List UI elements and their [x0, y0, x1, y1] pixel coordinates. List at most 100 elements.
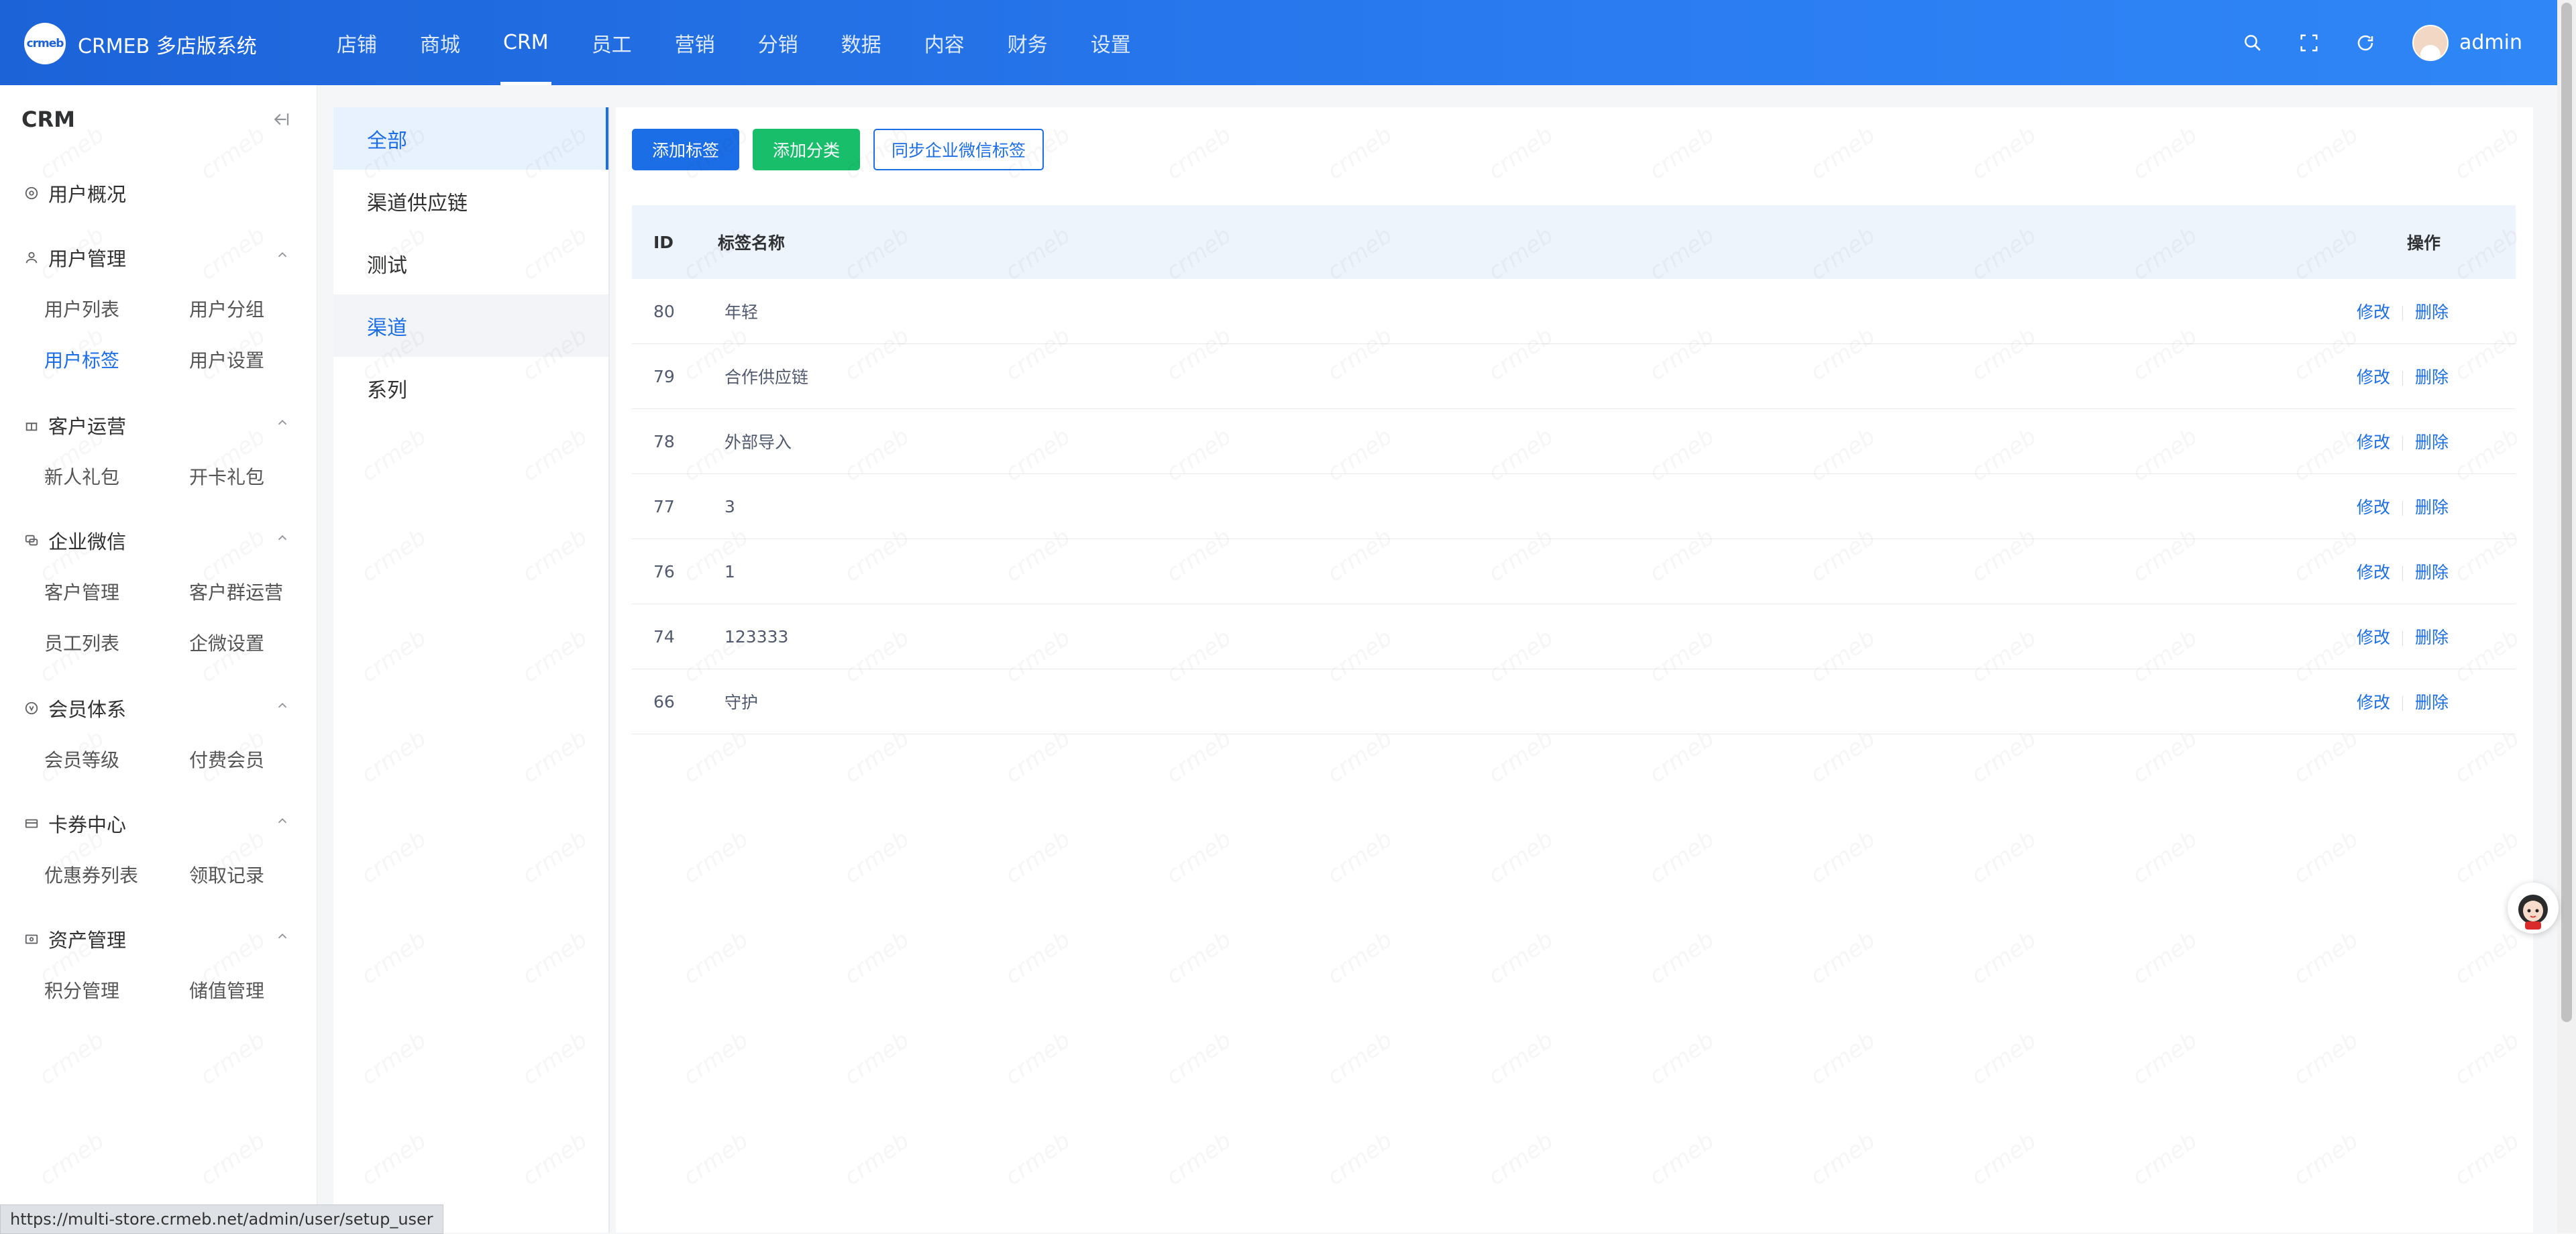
collapse-sidebar-icon[interactable] [271, 109, 291, 132]
delete-link[interactable]: 删除 [2415, 563, 2449, 582]
sidebar-group-label: 用户管理 [48, 247, 127, 270]
cell-id: 79 [653, 366, 675, 386]
divider [2402, 696, 2403, 711]
sidebar-item-user-tags[interactable]: 用户标签 [44, 346, 119, 373]
sidebar-item-user-group[interactable]: 用户分组 [189, 295, 264, 322]
sidebar-group-wecom[interactable]: 企业微信 [23, 526, 126, 555]
cell-tag-name: 外部导入 [724, 433, 792, 452]
sidebar: CRM 用户概况 用户管理 用户列表 用户分组 用户标签 用户设置 客户运营 新… [0, 85, 317, 1233]
nav-item-marketing[interactable]: 营销 [653, 0, 737, 85]
category-item-test[interactable]: 测试 [333, 232, 608, 294]
sidebar-group-customer-operation[interactable]: 客户运营 [23, 411, 126, 439]
edit-link[interactable]: 修改 [2357, 693, 2390, 712]
table-row: 74 123333 修改 删除 [632, 604, 2516, 669]
scrollbar-thumb[interactable] [2561, 3, 2572, 1022]
sidebar-item-staff-list[interactable]: 员工列表 [44, 629, 119, 656]
category-item-channel[interactable]: 渠道 [333, 294, 608, 357]
nav-item-settings[interactable]: 设置 [1069, 0, 1152, 85]
nav-item-distribution[interactable]: 分销 [737, 0, 820, 85]
nav-item-content[interactable]: 内容 [903, 0, 986, 85]
sidebar-group-asset-management[interactable]: 资产管理 [23, 925, 126, 953]
chevron-up-icon[interactable] [275, 698, 290, 716]
gift-icon [23, 416, 40, 434]
cell-id: 74 [653, 626, 675, 647]
nav-item-data[interactable]: 数据 [820, 0, 903, 85]
refresh-icon[interactable] [2337, 0, 2394, 85]
sidebar-item-customer-group-operation[interactable]: 客户群运营 [189, 578, 283, 605]
cell-id: 76 [653, 561, 675, 581]
divider [2402, 501, 2403, 516]
sidebar-group-membership[interactable]: 会员体系 [23, 694, 126, 722]
sidebar-item-wecom-settings[interactable]: 企微设置 [189, 629, 264, 656]
category-item-channel-supply-chain[interactable]: 渠道供应链 [333, 170, 608, 232]
edit-link[interactable]: 修改 [2357, 433, 2390, 452]
sidebar-item-points-management[interactable]: 积分管理 [44, 976, 119, 1003]
sidebar-group-label: 客户运营 [48, 415, 127, 438]
delete-link[interactable]: 删除 [2415, 368, 2449, 387]
sidebar-item-stored-value-management[interactable]: 储值管理 [189, 976, 264, 1003]
sidebar-group-user-management[interactable]: 用户管理 [23, 243, 126, 272]
chevron-up-icon[interactable] [275, 415, 290, 433]
sidebar-item-card-gift[interactable]: 开卡礼包 [189, 463, 264, 490]
crmeb-logo[interactable]: crmeb [24, 23, 66, 64]
sync-wecom-tags-button[interactable]: 同步企业微信标签 [873, 129, 1044, 170]
sidebar-item-new-user-gift[interactable]: 新人礼包 [44, 463, 119, 490]
divider [2402, 566, 2403, 581]
cell-operation: 修改 删除 [2328, 494, 2516, 518]
cell-id: 78 [653, 431, 675, 451]
sidebar-item-customer-management[interactable]: 客户管理 [44, 578, 119, 605]
sidebar-item-coupon-list[interactable]: 优惠券列表 [44, 861, 138, 888]
wallet-icon [23, 930, 40, 948]
sidebar-item-claim-records[interactable]: 领取记录 [189, 861, 264, 888]
delete-link[interactable]: 删除 [2415, 498, 2449, 517]
sidebar-item-user-overview[interactable]: 用户概况 [23, 179, 126, 207]
sidebar-item-member-level[interactable]: 会员等级 [44, 746, 119, 773]
sidebar-item-user-settings[interactable]: 用户设置 [189, 346, 264, 373]
cell-id: 66 [653, 691, 675, 712]
add-category-button[interactable]: 添加分类 [753, 129, 860, 170]
category-item-all[interactable]: 全部 [333, 107, 608, 170]
delete-link[interactable]: 删除 [2415, 693, 2449, 712]
nav-item-crm[interactable]: CRM [482, 0, 570, 85]
delete-link[interactable]: 删除 [2415, 433, 2449, 452]
sidebar-group-coupon-center[interactable]: 卡券中心 [23, 809, 126, 838]
edit-link[interactable]: 修改 [2357, 498, 2390, 517]
header-operation: 操作 [2406, 233, 2440, 253]
cell-tag-name: 年轻 [724, 302, 759, 322]
nav-item-mall[interactable]: 商城 [398, 0, 482, 85]
search-icon[interactable] [2224, 0, 2281, 85]
table-row: 80 年轻 修改 删除 [632, 279, 2516, 344]
nav-item-finance[interactable]: 财务 [986, 0, 1069, 85]
chevron-up-icon[interactable] [275, 247, 290, 265]
username[interactable]: admin [2459, 31, 2522, 54]
chevron-up-icon[interactable] [275, 530, 290, 548]
edit-link[interactable]: 修改 [2357, 368, 2390, 387]
delete-link[interactable]: 删除 [2415, 628, 2449, 647]
table-row: 79 合作供应链 修改 删除 [632, 344, 2516, 409]
chevron-up-icon[interactable] [275, 814, 290, 831]
sidebar-group-label: 企业微信 [48, 530, 127, 553]
edit-link[interactable]: 修改 [2357, 563, 2390, 582]
nav-item-staff[interactable]: 员工 [570, 0, 653, 85]
cell-operation: 修改 删除 [2328, 559, 2516, 583]
cell-operation: 修改 删除 [2328, 689, 2516, 714]
fullscreen-icon[interactable] [2281, 0, 2337, 85]
table-row: 78 外部导入 修改 删除 [632, 409, 2516, 474]
edit-link[interactable]: 修改 [2357, 302, 2390, 322]
delete-link[interactable]: 删除 [2415, 302, 2449, 322]
coupon-icon [23, 815, 40, 832]
sidebar-item-user-list[interactable]: 用户列表 [44, 295, 119, 322]
nav-item-shop[interactable]: 店铺 [315, 0, 398, 85]
avatar[interactable] [2412, 24, 2449, 61]
page-scrollbar[interactable] [2557, 0, 2576, 1233]
category-item-series[interactable]: 系列 [333, 357, 608, 419]
customer-service-avatar-icon[interactable] [2508, 883, 2559, 934]
sidebar-group-label: 会员体系 [48, 698, 127, 721]
cell-tag-name: 3 [724, 496, 735, 516]
chevron-up-icon[interactable] [275, 929, 290, 946]
edit-link[interactable]: 修改 [2357, 628, 2390, 647]
add-tag-button[interactable]: 添加标签 [632, 129, 739, 170]
table-row: 76 1 修改 删除 [632, 539, 2516, 604]
tag-table: ID 标签名称 操作 80 年轻 修改 删除 79 合作供应链 修改 删除 78 外… [632, 205, 2516, 734]
sidebar-item-paid-member[interactable]: 付费会员 [189, 746, 264, 773]
